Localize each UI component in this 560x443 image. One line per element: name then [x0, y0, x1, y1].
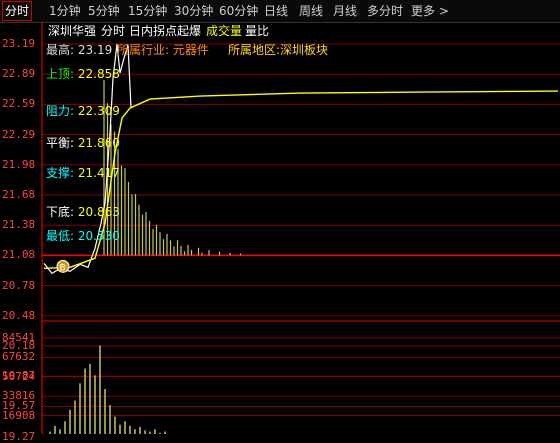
bottom-label: 下底: — [46, 205, 75, 219]
resistance-label: 阻力: — [46, 104, 75, 118]
volume-tick: 84541 — [2, 331, 36, 344]
price-tick: 22.29 — [2, 127, 36, 141]
balance-label: 平衡: — [46, 136, 75, 150]
top-info: 上顶: 22.858 — [46, 67, 120, 81]
volume-tick: 16908 — [2, 408, 36, 422]
bottom-value: 20.863 — [77, 205, 120, 219]
buy-signal-label: B — [60, 263, 66, 273]
support-info: 支撑: 21.417 — [46, 166, 120, 180]
price-tick: 19.27 — [2, 429, 36, 443]
volume-tick: 50724 — [2, 369, 36, 383]
volume-tick: 67632 — [2, 350, 36, 364]
balance-value: 21.860 — [77, 136, 120, 150]
region-value: 深圳板块 — [280, 43, 329, 57]
resistance-info: 阻力: 22.309 — [46, 104, 120, 118]
industry-info: 所属行业: 元器件 — [117, 43, 209, 57]
price-tick: 20.48 — [2, 308, 36, 322]
low-value: 20.530 — [77, 229, 120, 243]
price-tick: 21.38 — [2, 218, 36, 232]
price-tick: 21.08 — [2, 248, 36, 262]
high-info: 最高: 23.19 — [46, 43, 112, 57]
top-label: 上顶: — [46, 67, 75, 81]
bottom-info: 下底: 20.863 — [46, 205, 120, 219]
volume-tick: 33816 — [2, 389, 36, 403]
top-value: 22.858 — [77, 67, 120, 81]
region-label: 所属地区: — [228, 43, 281, 57]
price-tick: 21.98 — [2, 157, 36, 171]
low-label: 最低: — [46, 229, 75, 243]
price-tick: 22.59 — [2, 97, 36, 111]
price-tick: 23.19 — [2, 37, 36, 50]
region-info: 所属地区:深圳板块 — [228, 43, 328, 57]
industry-value: 元器件 — [172, 43, 209, 57]
balance-info: 平衡: 21.860 — [46, 136, 120, 150]
resistance-value: 22.309 — [77, 104, 120, 118]
low-info: 最低: 20.530 — [46, 229, 120, 243]
high-value: 23.19 — [77, 43, 113, 57]
support-label: 支撑: — [46, 166, 75, 180]
high-label: 最高: — [46, 43, 75, 57]
support-value: 21.417 — [77, 166, 120, 180]
price-tick: 21.68 — [2, 188, 36, 201]
price-tick: 22.89 — [2, 67, 36, 81]
price-tick: 20.78 — [2, 278, 36, 292]
industry-label: 所属行业: — [117, 43, 170, 57]
